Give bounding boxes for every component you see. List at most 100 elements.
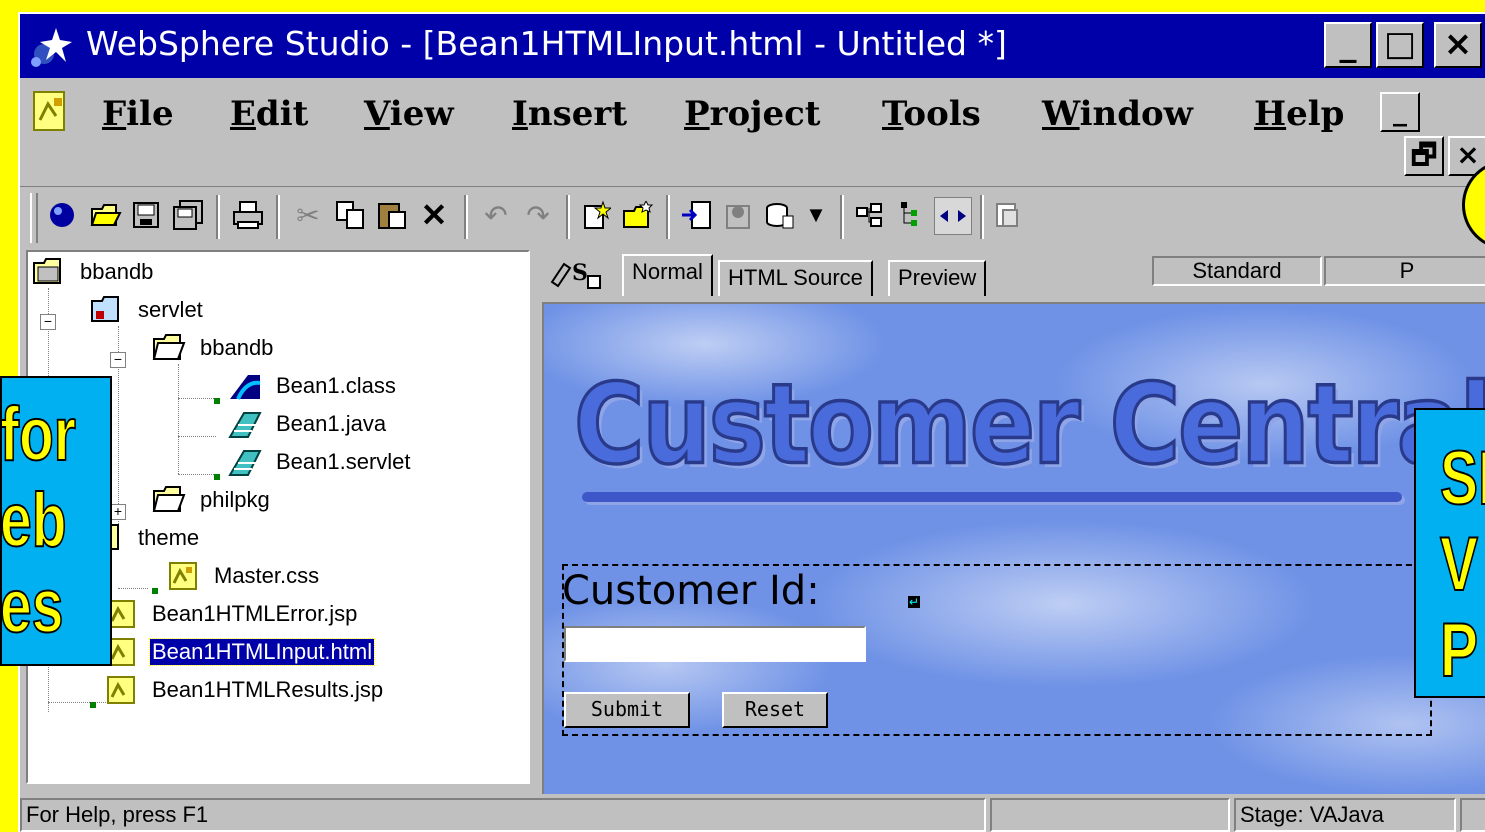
submit-button[interactable]: Submit (564, 692, 690, 728)
status-stage: Stage: VAJava (1234, 798, 1456, 832)
title-bar[interactable]: WebSphere Studio - [Bean1HTMLInput.html … (20, 14, 1485, 78)
status-dot (152, 588, 158, 594)
cut-icon[interactable]: ✂ (290, 197, 326, 233)
menu-tools[interactable]: Tools (882, 94, 981, 134)
arrows-icon[interactable] (934, 197, 972, 235)
tree-item-label: philpkg (200, 487, 270, 512)
mdi-minimize-button[interactable]: _ (1380, 92, 1420, 132)
menu-insert[interactable]: Insert (512, 94, 627, 134)
globe-icon[interactable] (44, 197, 80, 233)
svg-text:S: S (572, 260, 588, 286)
tree-item-label: Bean1HTMLResults.jsp (152, 677, 384, 702)
page-icon[interactable] (990, 197, 1026, 233)
menu-help[interactable]: Help (1254, 94, 1344, 134)
customer-id-input[interactable] (564, 626, 866, 662)
toolbar-separator (566, 195, 570, 239)
tree-connector (178, 474, 216, 475)
menu-edit[interactable]: Edit (230, 94, 308, 134)
tree-item-bbandb-folder[interactable]: bbandb (152, 330, 275, 366)
java-icon (228, 412, 262, 438)
tree-icon[interactable] (894, 197, 930, 233)
collapse-bbandb-toggle[interactable]: − (110, 352, 126, 368)
logo-underline (582, 492, 1402, 502)
tree-item-bean1-java[interactable]: Bean1.java (228, 406, 388, 442)
websphere-app-icon (26, 22, 78, 72)
line-break-icon: ↵ (908, 595, 920, 609)
menu-view[interactable]: View (364, 94, 454, 134)
tree-item-input-html[interactable]: Bean1HTMLInput.html (104, 634, 376, 670)
new-file-icon[interactable] (578, 197, 614, 233)
tab-normal[interactable]: Normal (622, 254, 713, 296)
toolbar-separator (980, 195, 984, 239)
tree-connector (178, 398, 216, 399)
customer-central-logo: Customer Central (573, 358, 1485, 490)
tree-item-label: bbandb (80, 259, 154, 284)
tree-item-label: Master.css (214, 563, 320, 588)
tree-item-label: Bean1.java (276, 411, 387, 436)
tree-item-bean1-class[interactable]: Bean1.class (228, 368, 398, 404)
folder-icon (152, 486, 186, 512)
tree-item-error-jsp[interactable]: Bean1HTMLError.jsp (104, 596, 359, 632)
mode-field-secondary[interactable]: P (1324, 256, 1485, 286)
right-callout: SI V P (1414, 408, 1485, 698)
toolbar: ✂ ✕ ↶ ↷ ▼ (20, 186, 1485, 249)
left-callout-text: for eb es (0, 391, 77, 650)
mdi-restore-button[interactable]: 🗗 (1404, 136, 1444, 176)
websphere-studio-window: WebSphere Studio - [Bean1HTMLInput.html … (18, 12, 1485, 832)
mode-field[interactable]: Standard (1152, 256, 1322, 286)
paste-icon[interactable] (374, 197, 410, 233)
delete-icon[interactable]: ✕ (416, 197, 452, 233)
servlet-folder-icon (91, 296, 119, 322)
toolbar-separator (840, 195, 844, 239)
tree-item-philpkg[interactable]: philpkg (152, 482, 272, 518)
menu-window[interactable]: Window (1042, 94, 1193, 134)
tree-item-label: Bean1HTMLError.jsp (152, 601, 358, 626)
menu-project[interactable]: Project (684, 94, 821, 134)
page-editor: S Normal HTML Source Preview Standard P … (538, 250, 1485, 800)
tree-item-label: Bean1HTMLInput.html (148, 638, 376, 666)
toolbar-grip[interactable] (30, 193, 38, 243)
java-icon (228, 450, 262, 476)
reset-button[interactable]: Reset (722, 692, 828, 728)
undo-icon[interactable]: ↶ (478, 197, 514, 233)
status-dot (90, 702, 96, 708)
editor-tabs: S Normal HTML Source Preview Standard P (538, 250, 1485, 298)
menu-bar: File Edit View Insert Project Tools Wind… (20, 80, 1485, 192)
tree-connector (178, 436, 216, 437)
tree-item-label: theme (138, 525, 200, 550)
tree-item-bean1-servlet[interactable]: Bean1.servlet (228, 444, 413, 480)
tree-item-bbandb-project[interactable]: bbandb (32, 254, 155, 290)
insert-icon[interactable] (678, 197, 714, 233)
status-dot (214, 474, 220, 480)
script-icon: S (550, 260, 601, 289)
tree-item-master-css[interactable]: Master.css (166, 558, 321, 594)
redo-icon[interactable]: ↷ (520, 197, 556, 233)
new-folder-icon[interactable] (620, 197, 656, 233)
database-icon[interactable] (762, 197, 798, 233)
link-icon[interactable] (852, 197, 888, 233)
menu-file[interactable]: File (102, 94, 174, 134)
minimize-button[interactable]: _ (1324, 22, 1372, 68)
status-help-text: For Help, press F1 (20, 798, 986, 832)
status-empty-cell (990, 798, 1230, 832)
publish-icon[interactable] (720, 197, 756, 233)
tree-item-servlet[interactable]: servlet (90, 292, 205, 328)
tab-preview[interactable]: Preview (888, 260, 987, 296)
collapse-servlet-toggle[interactable]: − (40, 314, 56, 330)
project-icon (33, 258, 61, 284)
save-icon[interactable] (128, 197, 164, 233)
design-canvas[interactable]: Customer Central Customer Id: ↵ Submit R… (542, 302, 1485, 794)
left-callout: for eb es (0, 376, 112, 666)
copy-icon[interactable] (332, 197, 368, 233)
dropdown-icon[interactable]: ▼ (798, 197, 834, 233)
open-folder-icon[interactable] (88, 197, 124, 233)
tab-html-source[interactable]: HTML Source (718, 260, 873, 296)
close-button[interactable]: × (1434, 22, 1482, 68)
expand-philpkg-toggle[interactable]: + (110, 504, 126, 520)
document-icon[interactable] (32, 90, 68, 132)
size-grip-icon[interactable] (1460, 798, 1485, 832)
save-all-icon[interactable] (170, 197, 206, 233)
tree-item-results-jsp[interactable]: Bean1HTMLResults.jsp (104, 672, 385, 708)
maximize-button[interactable]: □ (1376, 22, 1424, 68)
print-icon[interactable] (230, 197, 266, 233)
